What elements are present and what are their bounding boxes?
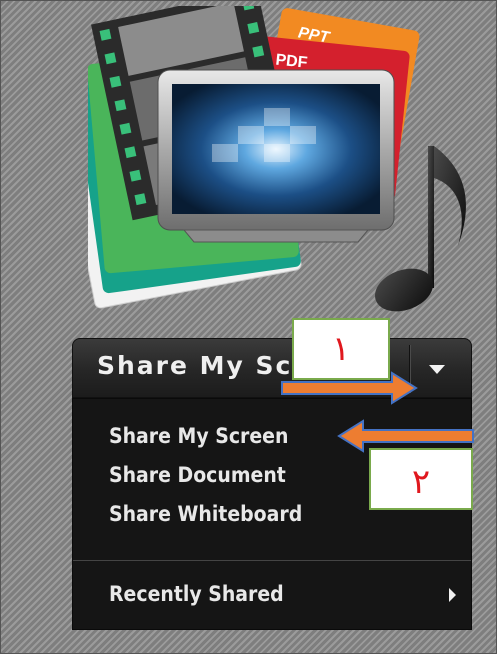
arrow-right-icon <box>281 371 418 405</box>
menu-item-recently-shared[interactable]: Recently Shared <box>109 582 284 606</box>
step-2-callout: ٢ <box>369 448 473 510</box>
menu-separator <box>73 560 471 561</box>
monitor-icon <box>157 69 395 243</box>
share-pod-illustration: PPT PDF <box>88 6 467 312</box>
arrow-left-icon <box>337 419 474 453</box>
menu-item-share-whiteboard[interactable]: Share Whiteboard <box>109 502 302 526</box>
menu-item-share-document[interactable]: Share Document <box>109 463 286 487</box>
dropdown-caret-icon[interactable] <box>429 365 445 374</box>
menu-item-share-my-screen[interactable]: Share My Screen <box>109 424 288 448</box>
svg-text:PDF: PDF <box>275 52 309 72</box>
submenu-arrow-icon <box>449 588 456 602</box>
